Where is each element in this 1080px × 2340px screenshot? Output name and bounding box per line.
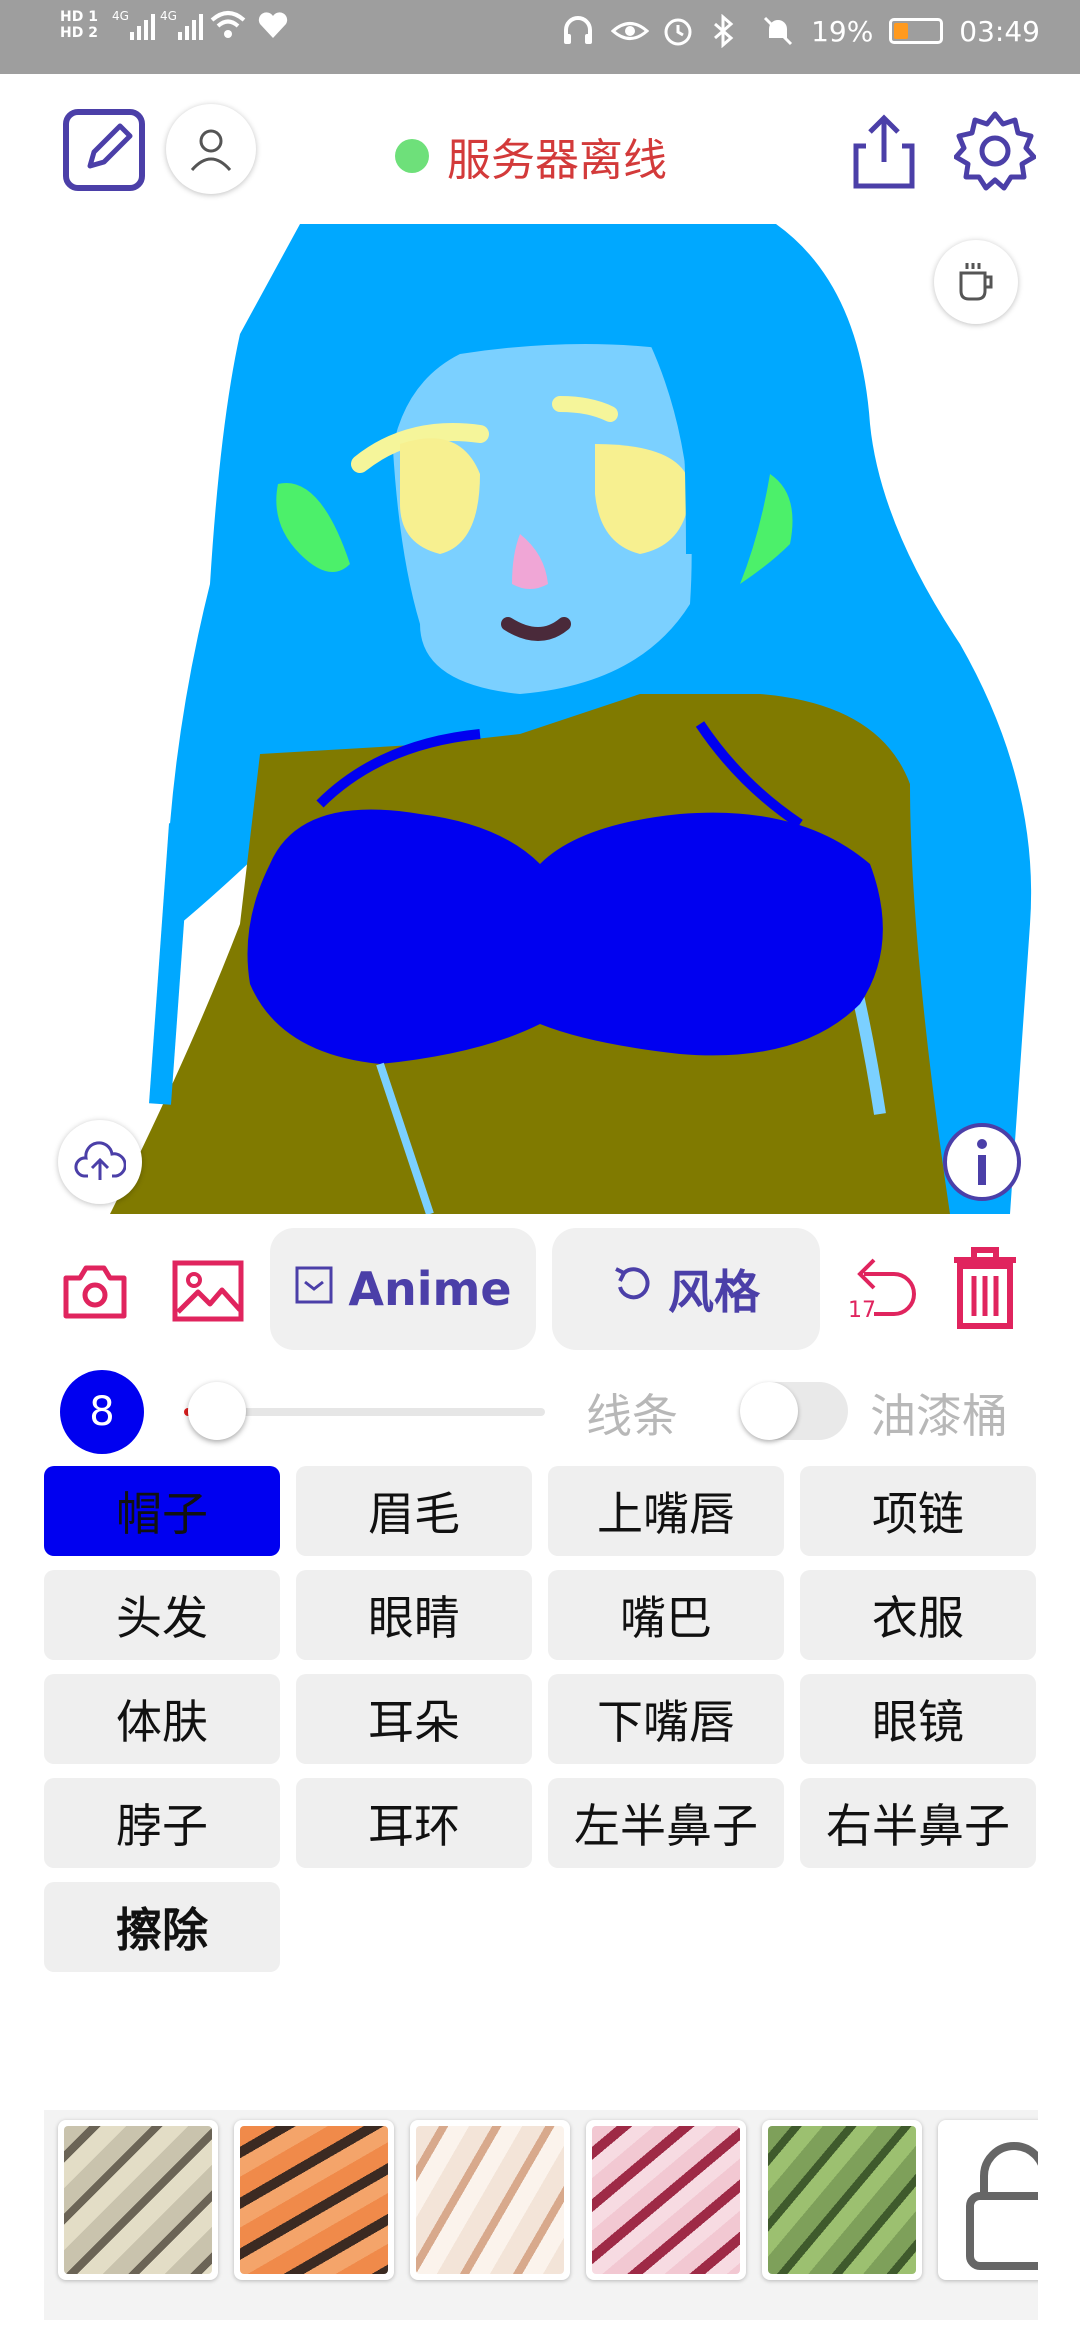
style-thumb-locked[interactable] <box>938 2120 1038 2280</box>
part-left-nose[interactable]: 左半鼻子 <box>548 1778 784 1868</box>
eraser-button[interactable]: 擦除 <box>44 1882 280 1972</box>
refresh-icon <box>612 1262 654 1316</box>
part-ears[interactable]: 耳朵 <box>296 1674 532 1764</box>
sketch-drawing <box>110 224 1032 1214</box>
battery-icon <box>889 18 944 44</box>
style-strip <box>44 2110 1038 2320</box>
upload-icon[interactable] <box>58 1120 142 1204</box>
image-icon[interactable] <box>172 1260 244 1322</box>
style-label: 风格 <box>668 1265 760 1319</box>
style-thumb[interactable] <box>586 2120 746 2280</box>
part-hat[interactable]: 帽子 <box>44 1466 280 1556</box>
part-necklace[interactable]: 项链 <box>800 1466 1036 1556</box>
wifi-icon <box>208 8 246 42</box>
svg-text:4G: 4G <box>160 9 177 23</box>
trash-icon[interactable] <box>950 1246 1020 1332</box>
model-label: Anime <box>348 1262 512 1316</box>
bucket-label: 油漆桶 <box>870 1389 1008 1443</box>
gear-icon[interactable] <box>954 110 1036 192</box>
alarm-icon <box>661 14 695 48</box>
share-icon[interactable] <box>848 112 920 192</box>
part-upper-lip[interactable]: 上嘴唇 <box>548 1466 784 1556</box>
top-shape <box>247 809 883 1064</box>
battery-percent: 19% <box>811 14 874 48</box>
part-right-nose[interactable]: 右半鼻子 <box>800 1778 1036 1868</box>
health-heart-icon <box>256 8 290 42</box>
headphones-icon <box>561 14 595 48</box>
part-glasses[interactable]: 眼镜 <box>800 1674 1036 1764</box>
style-thumb[interactable] <box>762 2120 922 2280</box>
brush-size-badge[interactable]: 8 <box>60 1370 144 1454</box>
server-status: 服务器离线 <box>395 124 667 188</box>
signal-icon-2: 4G <box>160 8 203 42</box>
edit-icon[interactable] <box>62 108 146 192</box>
part-hair[interactable]: 头发 <box>44 1570 280 1660</box>
part-eyebrows[interactable]: 眉毛 <box>296 1466 532 1556</box>
mute-icon <box>761 14 795 48</box>
brush-controls: 8 线条 油漆桶 <box>0 1370 1080 1470</box>
undo-count: 17 <box>848 1298 876 1323</box>
lock-icon <box>966 2142 1038 2270</box>
part-eyes[interactable]: 眼睛 <box>296 1570 532 1660</box>
bluetooth-icon <box>711 13 745 49</box>
part-mouth[interactable]: 嘴巴 <box>548 1570 784 1660</box>
user-icon[interactable] <box>166 104 256 194</box>
undo-icon[interactable]: 17 <box>844 1254 920 1324</box>
coffee-icon[interactable] <box>934 240 1018 324</box>
line-mode-label: 线条 <box>586 1389 678 1443</box>
style-thumb[interactable] <box>410 2120 570 2280</box>
eye-comfort-icon <box>610 14 650 48</box>
checkbox-icon <box>294 1262 334 1316</box>
tool-row: Anime 风格 17 <box>0 1228 1080 1352</box>
sim-indicator: HD 1 HD 2 <box>60 9 98 41</box>
brush-size-slider[interactable] <box>188 1382 246 1440</box>
part-lower-lip[interactable]: 下嘴唇 <box>548 1674 784 1764</box>
part-skin[interactable]: 体肤 <box>44 1674 280 1764</box>
part-neck[interactable]: 脖子 <box>44 1778 280 1868</box>
style-thumb[interactable] <box>234 2120 394 2280</box>
status-dot <box>395 139 429 173</box>
style-thumb[interactable] <box>58 2120 218 2280</box>
clock: 03:49 <box>959 14 1040 48</box>
model-button[interactable]: Anime <box>270 1228 536 1350</box>
server-status-label: 服务器离线 <box>447 135 667 186</box>
style-button[interactable]: 风格 <box>552 1228 820 1350</box>
part-earrings[interactable]: 耳环 <box>296 1778 532 1868</box>
signal-icon: 4G <box>112 8 155 42</box>
camera-icon[interactable] <box>62 1264 128 1320</box>
svg-text:4G: 4G <box>112 9 129 23</box>
status-bar: HD 1 HD 2 4G 4G 19% 03:49 <box>0 0 1080 74</box>
info-icon[interactable] <box>940 1120 1024 1204</box>
drawing-canvas[interactable] <box>0 224 1080 1214</box>
part-clothes[interactable]: 衣服 <box>800 1570 1036 1660</box>
bucket-toggle[interactable] <box>740 1382 848 1440</box>
